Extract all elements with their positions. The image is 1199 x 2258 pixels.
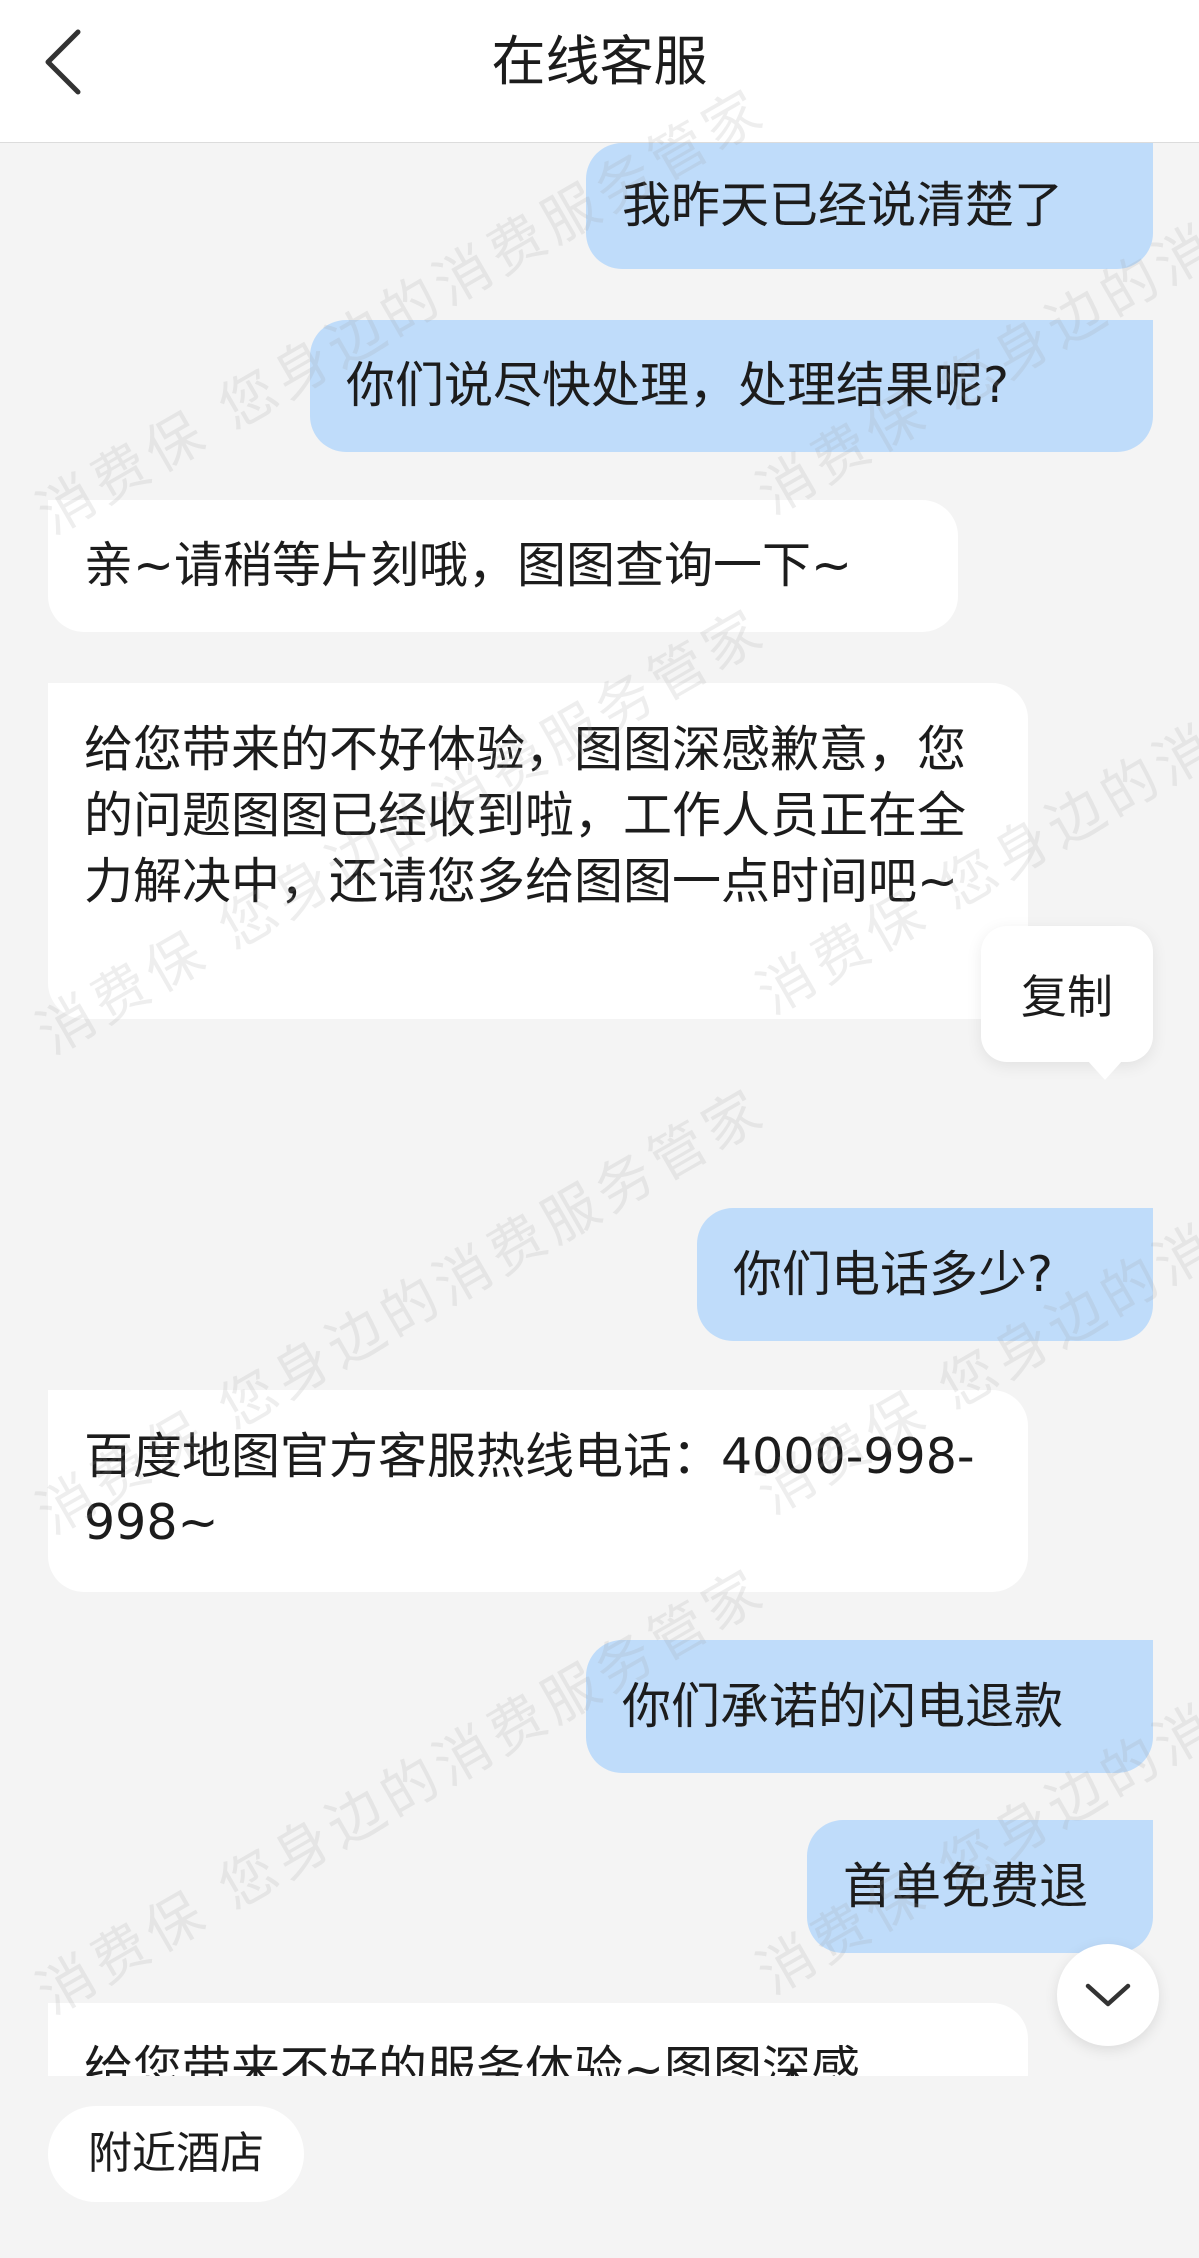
user-message[interactable]: 你们承诺的闪电退款 [586,1640,1153,1773]
message-text: 你们说尽快处理，处理结果呢? [346,357,1010,414]
page-title: 在线客服 [491,30,708,93]
user-message[interactable]: 你们说尽快处理，处理结果呢? [310,320,1153,452]
agent-message[interactable]: 百度地图官方客服热线电话：4000-998-998~ [48,1390,1028,1592]
copy-label: 复制 [1021,970,1113,1024]
agent-message[interactable]: 给您带来不好的服务体验~图图深感 [48,2003,1028,2076]
chevron-down-icon [1085,1983,1131,2007]
message-text: 亲~请稍等片刻哦，图图查询一下~ [84,537,853,594]
header-bar: 在线客服 [0,0,1199,143]
agent-message[interactable]: 给您带来的不好体验，图图深感歉意，您的问题图图已经收到啦，工作人员正在全力解决中… [48,683,1028,1019]
scroll-down-button[interactable] [1057,1944,1159,2046]
copy-menu-item[interactable]: 复制 [981,926,1153,1080]
user-message[interactable]: 你们电话多少? [697,1208,1153,1341]
message-text: 给您带来的不好体验，图图深感歉意，您的问题图图已经收到啦，工作人员正在全力解决中… [84,721,967,910]
message-text: 首单免费退 [843,1857,1089,1915]
chat-message-list[interactable]: 我昨天已经说清楚了 你们说尽快处理，处理结果呢? 亲~请稍等片刻哦，图图查询一下… [0,143,1199,2076]
message-text: 你们电话多少? [733,1245,1054,1303]
message-text: 你们承诺的闪电退款 [622,1677,1064,1735]
quick-reply-chip[interactable]: 附近酒店 [48,2106,304,2202]
chat-app: 在线客服 我昨天已经说清楚了 你们说尽快处理，处理结果呢? 亲~请稍等片刻哦，图… [0,0,1199,2258]
agent-message[interactable]: 亲~请稍等片刻哦，图图查询一下~ [48,500,958,632]
message-text: 百度地图官方客服热线电话：4000-998-998~ [84,1428,975,1551]
user-message[interactable]: 首单免费退 [807,1820,1153,1953]
message-text: 我昨天已经说清楚了 [622,177,1064,234]
user-message[interactable]: 我昨天已经说清楚了 [586,143,1153,269]
quick-reply-bar: 附近酒店 [0,2076,1199,2258]
message-text: 给您带来不好的服务体验~图图深感 [84,2041,861,2076]
